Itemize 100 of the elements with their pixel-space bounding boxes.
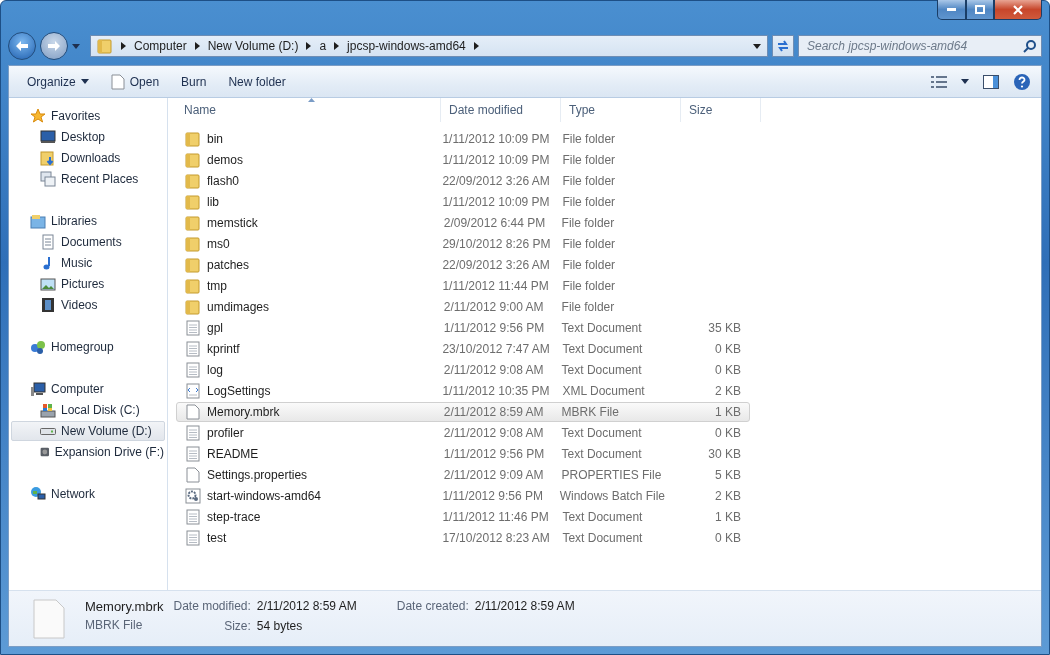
close-button[interactable] xyxy=(994,0,1042,20)
refresh-button[interactable] xyxy=(772,35,794,57)
type-cell: Text Document xyxy=(562,531,643,545)
date-cell: 2/11/2012 9:09 AM xyxy=(443,468,544,482)
column-header[interactable]: Date modified xyxy=(441,98,561,122)
file-row[interactable]: test 17/10/2012 8:23 AM Text Document 0 KB xyxy=(176,528,750,548)
file-row[interactable]: README 1/11/2012 9:56 PM Text Document 30 KB xyxy=(176,444,750,464)
sidebar-item[interactable]: Expansion Drive (F:) xyxy=(11,442,165,462)
breadcrumb[interactable]: New Volume (D:) xyxy=(207,39,299,53)
back-button[interactable] xyxy=(8,32,36,60)
size-cell: 0 KB xyxy=(715,531,741,545)
sidebar-item[interactable]: Recent Places xyxy=(11,169,165,189)
type-cell: Text Document xyxy=(561,363,642,377)
file-row[interactable]: Memory.mbrk 2/11/2012 8:59 AM MBRK File 1 KB xyxy=(176,402,750,422)
details-value: 2/11/2012 8:59 AM xyxy=(474,599,575,613)
date-cell: 1/11/2012 10:09 PM xyxy=(442,132,550,146)
forward-button[interactable] xyxy=(40,32,68,60)
column-header[interactable]: Size xyxy=(681,98,761,122)
sidebar-item[interactable]: Downloads xyxy=(11,148,165,168)
file-icon xyxy=(110,73,125,90)
sidebar-item[interactable]: Videos xyxy=(11,295,165,315)
toolbar-button[interactable]: Organize xyxy=(19,70,97,93)
sidebar-item[interactable]: Desktop xyxy=(11,127,165,147)
sidebar-item[interactable]: Pictures xyxy=(11,274,165,294)
file-row[interactable]: bin 1/11/2012 10:09 PM File folder xyxy=(176,129,750,149)
sidebar-item[interactable]: Music xyxy=(11,253,165,273)
date-cell: 1/11/2012 10:09 PM xyxy=(442,153,550,167)
folder-icon xyxy=(185,194,201,210)
folder-icon xyxy=(185,236,201,252)
type-cell: MBRK File xyxy=(561,405,619,419)
file-name: patches xyxy=(207,258,250,272)
sidebar-item[interactable]: Local Disk (C:) xyxy=(11,400,165,420)
file-name: bin xyxy=(207,132,223,146)
help-icon xyxy=(1013,72,1031,91)
caret-icon xyxy=(80,79,89,84)
toolbar-button[interactable]: Burn xyxy=(173,70,215,93)
address-bar[interactable]: Computer New Volume (D:) a jpcsp-windows-amd64 xyxy=(90,35,768,57)
size-cell: 1 KB xyxy=(715,405,741,419)
recent-places-icon xyxy=(40,171,56,187)
search-field[interactable]: Search jpcsp-windows-amd64 xyxy=(798,35,1042,57)
file-row[interactable]: start-windows-amd64 1/11/2012 9:56 PM Windows Batch File 2 KB xyxy=(176,486,750,506)
details-label: Date modified: xyxy=(173,599,251,613)
date-cell: 1/11/2012 9:56 PM xyxy=(442,489,543,503)
file-row[interactable]: demos 1/11/2012 10:09 PM File folder xyxy=(176,150,750,170)
toolbar-button[interactable]: Open xyxy=(102,69,168,94)
file-row[interactable]: log 2/11/2012 9:08 AM Text Document 0 KB xyxy=(176,360,750,380)
library-icon xyxy=(30,213,46,229)
sidebar-item[interactable]: New Volume (D:) xyxy=(11,421,165,441)
breadcrumb[interactable]: Computer xyxy=(134,39,187,53)
chevron-right-icon xyxy=(194,42,200,50)
date-cell: 1/11/2012 9:56 PM xyxy=(443,321,545,335)
type-cell: File folder xyxy=(561,300,615,314)
file-row[interactable]: umdimages 2/11/2012 9:00 AM File folder xyxy=(176,297,750,317)
file-row[interactable]: patches 22/09/2012 3:26 AM File folder xyxy=(176,255,750,275)
file-row[interactable]: Settings.properties 2/11/2012 9:09 AM PROPERTIES File 5 KB xyxy=(176,465,750,485)
file-row[interactable]: ms0 29/10/2012 8:26 PM File folder xyxy=(176,234,750,254)
arrow-left-icon xyxy=(15,40,29,52)
file-row[interactable]: kprintf 23/10/2012 7:47 AM Text Document 0 KB xyxy=(176,339,750,359)
file-name: umdimages xyxy=(207,300,270,314)
type-cell: Text Document xyxy=(561,321,642,335)
maximize-button[interactable] xyxy=(966,0,994,20)
sidebar-item[interactable]: Network xyxy=(11,484,165,504)
file-row[interactable]: lib 1/11/2012 10:09 PM File folder xyxy=(176,192,750,212)
sidebar-item[interactable]: Documents xyxy=(11,232,165,252)
blank-file-icon xyxy=(185,404,201,420)
breadcrumb[interactable]: a xyxy=(319,39,327,53)
file-name: kprintf xyxy=(207,342,240,356)
file-name: gpl xyxy=(207,321,223,335)
minimize-button[interactable] xyxy=(937,0,966,20)
toolbar-button[interactable]: New folder xyxy=(220,70,294,93)
computer-icon xyxy=(30,381,46,397)
file-row[interactable]: step-trace 1/11/2012 11:46 PM Text Document 1 KB xyxy=(176,507,750,527)
size-cell: 5 KB xyxy=(715,468,741,482)
text-file-icon xyxy=(185,509,201,525)
date-cell: 2/11/2012 9:08 AM xyxy=(443,426,544,440)
size-cell: 0 KB xyxy=(715,342,741,356)
file-row[interactable]: memstick 2/09/2012 6:44 PM File folder xyxy=(176,213,750,233)
chevron-right-icon xyxy=(121,42,126,50)
file-name: demos xyxy=(207,153,244,167)
sidebar-item[interactable]: Favorites xyxy=(11,106,165,126)
list-view-icon xyxy=(931,75,947,88)
picture-icon xyxy=(40,276,56,292)
file-name: lib xyxy=(207,195,219,209)
folder-icon xyxy=(185,152,201,168)
breadcrumb[interactable]: jpcsp-windows-amd64 xyxy=(347,39,466,53)
size-cell: 0 KB xyxy=(715,426,741,440)
sidebar-item[interactable]: Computer xyxy=(11,379,165,399)
file-row[interactable]: LogSettings 1/11/2012 10:35 PM XML Document 2 KB xyxy=(176,381,750,401)
date-cell: 2/09/2012 6:44 PM xyxy=(443,216,546,230)
file-row[interactable]: flash0 22/09/2012 3:26 AM File folder xyxy=(176,171,750,191)
file-row[interactable]: tmp 1/11/2012 11:44 PM File folder xyxy=(176,276,750,296)
film-icon xyxy=(40,297,56,313)
date-cell: 2/11/2012 9:00 AM xyxy=(443,300,544,314)
blank-file-icon xyxy=(33,599,65,639)
column-header[interactable]: Type xyxy=(561,98,681,122)
file-row[interactable]: gpl 1/11/2012 9:56 PM Text Document 35 KB xyxy=(176,318,750,338)
sidebar-item[interactable]: Libraries xyxy=(11,211,165,231)
sidebar-item[interactable]: Homegroup xyxy=(11,337,165,357)
file-row[interactable]: profiler 2/11/2012 9:08 AM Text Document 0 KB xyxy=(176,423,750,443)
column-header[interactable]: Name xyxy=(176,98,441,122)
